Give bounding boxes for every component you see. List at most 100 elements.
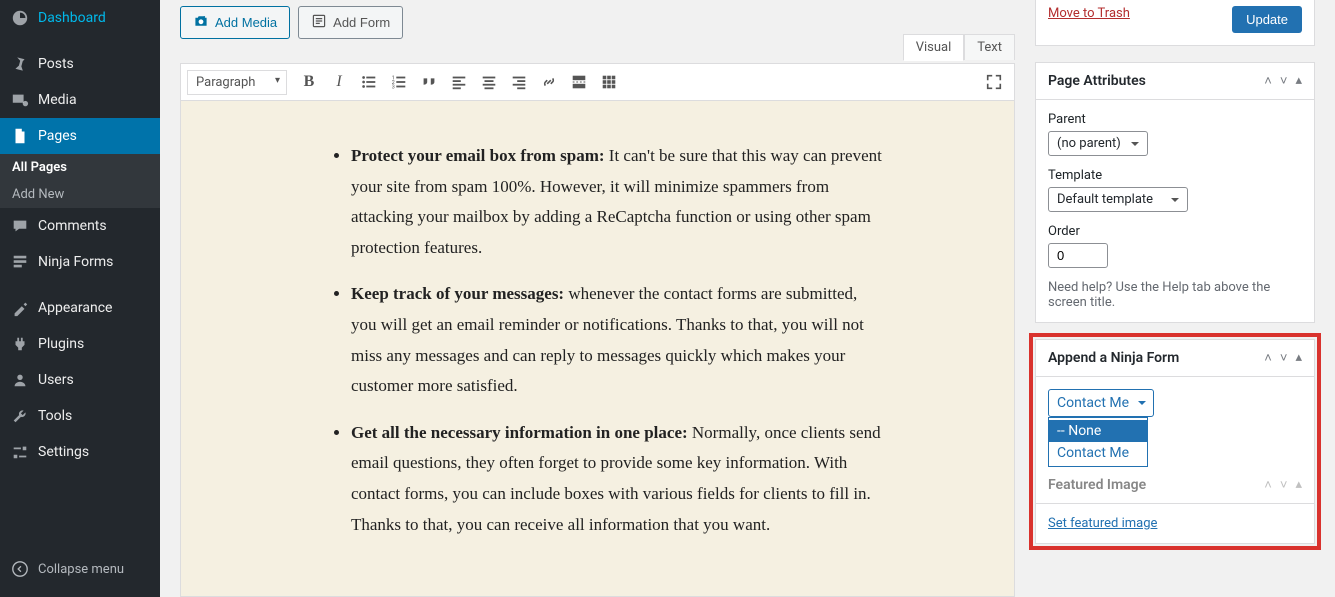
sidebar-item-label: Appearance <box>38 300 112 316</box>
ninja-option-none[interactable]: -- None <box>1049 420 1147 442</box>
editor-column: Add Media Add Form Visual Text Paragraph… <box>180 0 1015 577</box>
sidebar-item-tools[interactable]: Tools <box>0 398 160 434</box>
plugin-icon <box>10 334 30 354</box>
side-column: Move to Trash Update Page Attributes ˄ ˅… <box>1035 0 1315 577</box>
add-media-label: Add Media <box>215 15 277 30</box>
bold-button[interactable]: B <box>295 68 323 96</box>
sidebar-item-label: Users <box>38 372 74 388</box>
parent-select[interactable]: (no parent) <box>1048 131 1148 156</box>
align-left-button[interactable] <box>445 68 473 96</box>
help-text: Need help? Use the Help tab above the sc… <box>1048 280 1302 310</box>
sidebar-item-dashboard[interactable]: Dashboard <box>0 0 160 36</box>
metabox-title: Page Attributes <box>1048 73 1146 89</box>
align-right-button[interactable] <box>505 68 533 96</box>
chevron-up-icon[interactable]: ˄ <box>1264 350 1272 366</box>
main-content: Add Media Add Form Visual Text Paragraph… <box>160 0 1335 597</box>
tab-visual[interactable]: Visual <box>903 34 965 61</box>
sidebar-item-users[interactable]: Users <box>0 362 160 398</box>
appearance-icon <box>10 298 30 318</box>
editor-wrapper: Visual Text Paragraph B I 123 Pr <box>180 63 1015 597</box>
svg-text:3: 3 <box>392 84 395 90</box>
sidebar-sub-add-new[interactable]: Add New <box>0 181 160 208</box>
sidebar-item-label: Ninja Forms <box>38 254 113 270</box>
sidebar-item-label: Comments <box>38 218 107 234</box>
form-icon <box>311 13 327 32</box>
editor-content[interactable]: Protect your email box from spam: It can… <box>181 101 1014 596</box>
add-form-button[interactable]: Add Form <box>298 6 403 39</box>
chevron-down-icon[interactable]: ˅ <box>1280 350 1288 366</box>
sidebar-item-comments[interactable]: Comments <box>0 208 160 244</box>
add-form-label: Add Form <box>333 15 390 30</box>
sidebar-sub-all-pages[interactable]: All Pages <box>0 154 160 181</box>
order-input[interactable] <box>1048 243 1108 268</box>
content-bullet: Get all the necessary information in one… <box>351 418 884 540</box>
bullet-strong: Get all the necessary information in one… <box>351 423 688 442</box>
chevron-down-icon[interactable]: ˅ <box>1280 73 1288 89</box>
ninja-form-select[interactable]: Contact Me <box>1048 389 1154 417</box>
media-icon <box>10 90 30 110</box>
editor-mode-tabs: Visual Text <box>903 34 1015 60</box>
update-button[interactable]: Update <box>1232 6 1302 33</box>
set-featured-image-link[interactable]: Set featured image <box>1048 516 1157 531</box>
bullet-list-button[interactable] <box>355 68 383 96</box>
tinymce-toolbar: Paragraph B I 123 <box>181 64 1014 101</box>
bullet-strong: Protect your email box from spam: <box>351 146 605 165</box>
read-more-button[interactable] <box>565 68 593 96</box>
users-icon <box>10 370 30 390</box>
parent-label: Parent <box>1048 112 1302 127</box>
camera-icon <box>193 13 209 32</box>
publish-actions: Move to Trash Update <box>1035 0 1315 46</box>
sidebar-item-label: Settings <box>38 444 89 460</box>
add-media-button[interactable]: Add Media <box>180 6 290 39</box>
chevron-up-icon[interactable]: ˄ <box>1264 477 1272 493</box>
sidebar-item-label: Plugins <box>38 336 84 352</box>
format-select[interactable]: Paragraph <box>187 70 287 95</box>
sidebar-item-label: Tools <box>38 408 72 424</box>
chevron-down-icon[interactable]: ˅ <box>1280 477 1288 493</box>
sidebar-item-appearance[interactable]: Appearance <box>0 290 160 326</box>
metabox-title: Append a Ninja Form <box>1048 350 1179 366</box>
sidebar-item-settings[interactable]: Settings <box>0 434 160 470</box>
collapse-menu[interactable]: Collapse menu <box>0 551 160 587</box>
sidebar-item-posts[interactable]: Posts <box>0 46 160 82</box>
collapse-label: Collapse menu <box>38 562 124 577</box>
chevron-up-icon[interactable]: ˄ <box>1264 73 1272 89</box>
toggle-icon[interactable]: ▴ <box>1295 477 1302 493</box>
align-center-button[interactable] <box>475 68 503 96</box>
featured-image-title: Featured Image <box>1048 477 1146 493</box>
sidebar-item-ninja-forms[interactable]: Ninja Forms <box>0 244 160 280</box>
template-select[interactable]: Default template <box>1048 187 1188 212</box>
page-attributes-metabox: Page Attributes ˄ ˅ ▴ Parent (no parent)… <box>1035 62 1315 323</box>
ninja-form-select-wrap: Contact Me -- None Contact Me <box>1048 389 1154 417</box>
content-bullet: Protect your email box from spam: It can… <box>351 141 884 263</box>
collapse-icon <box>10 559 30 579</box>
link-button[interactable] <box>535 68 563 96</box>
content-bullet: Keep track of your messages: whenever th… <box>351 279 884 401</box>
settings-icon <box>10 442 30 462</box>
append-ninja-form-metabox: Append a Ninja Form ˄ ˅ ▴ Contact Me -- … <box>1035 339 1315 544</box>
sidebar-item-pages[interactable]: Pages <box>0 118 160 154</box>
move-to-trash-link[interactable]: Move to Trash <box>1048 6 1130 21</box>
template-label: Template <box>1048 168 1302 183</box>
numbered-list-button[interactable]: 123 <box>385 68 413 96</box>
fullscreen-button[interactable] <box>980 68 1008 96</box>
pages-icon <box>10 126 30 146</box>
blockquote-button[interactable] <box>415 68 443 96</box>
ninja-option-contact-me[interactable]: Contact Me <box>1049 442 1147 464</box>
toggle-icon[interactable]: ▴ <box>1295 350 1302 366</box>
sidebar-item-label: Posts <box>38 56 74 72</box>
admin-sidebar: Dashboard Posts Media Pages All Pages Ad… <box>0 0 160 597</box>
italic-button[interactable]: I <box>325 68 353 96</box>
media-toolbar: Add Media Add Form <box>180 6 1015 39</box>
bullet-strong: Keep track of your messages: <box>351 284 564 303</box>
forms-icon <box>10 252 30 272</box>
comment-icon <box>10 216 30 236</box>
toggle-icon[interactable]: ▴ <box>1295 73 1302 89</box>
sidebar-item-label: Dashboard <box>38 10 106 26</box>
sidebar-item-media[interactable]: Media <box>0 82 160 118</box>
sidebar-item-plugins[interactable]: Plugins <box>0 326 160 362</box>
sidebar-item-label: Media <box>38 92 77 108</box>
dashboard-icon <box>10 8 30 28</box>
toolbar-toggle-button[interactable] <box>595 68 623 96</box>
tab-text[interactable]: Text <box>964 34 1015 60</box>
